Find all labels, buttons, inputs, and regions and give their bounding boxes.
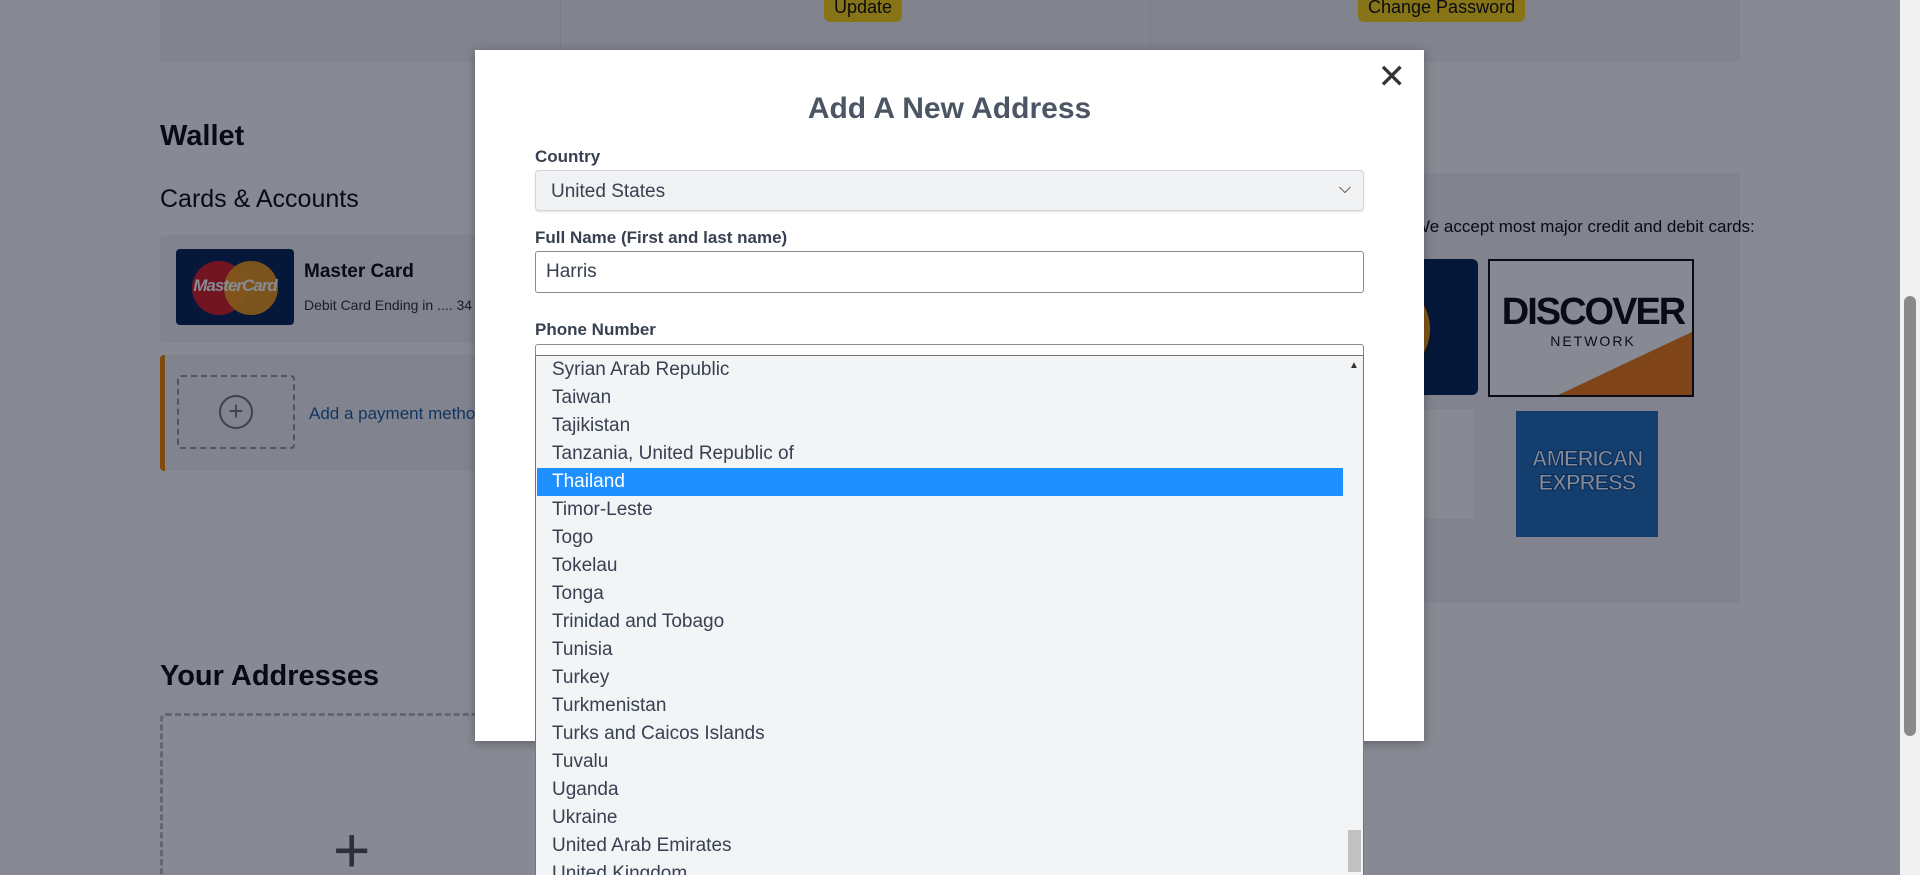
country-option[interactable]: Turkmenistan	[537, 692, 1343, 720]
modal-title: Add A New Address	[807, 92, 1092, 125]
close-icon[interactable]: ✕	[1378, 60, 1407, 94]
phone-label: Phone Number	[535, 320, 656, 339]
dropdown-scrollbar-thumb[interactable]	[1348, 830, 1361, 872]
country-option[interactable]: Taiwan	[537, 384, 1343, 412]
fullname-input[interactable]	[535, 251, 1364, 293]
dropdown-scrollbar[interactable]: ▲	[1345, 356, 1363, 875]
page-scrollbar[interactable]	[1900, 0, 1920, 875]
country-option[interactable]: Tajikistan	[537, 412, 1343, 440]
country-option[interactable]: Tokelau	[537, 552, 1343, 580]
country-option[interactable]: Trinidad and Tobago	[537, 608, 1343, 636]
country-option[interactable]: Uganda	[537, 776, 1343, 804]
country-option[interactable]: Thailand	[537, 468, 1343, 496]
country-label: Country	[535, 147, 601, 166]
country-option[interactable]: Tonga	[537, 580, 1343, 608]
country-select[interactable]: United States ⌵	[535, 170, 1364, 211]
country-dropdown-list[interactable]: Syrian Arab Republic Taiwan Tajikistan Tanz…	[535, 355, 1364, 875]
country-option[interactable]: United Kingdom	[537, 860, 1343, 875]
country-select-value: United States	[551, 181, 666, 202]
chevron-down-icon: ⌵	[1338, 180, 1351, 197]
page-scrollbar-thumb[interactable]	[1904, 296, 1916, 736]
country-option[interactable]: Syrian Arab Republic	[537, 356, 1343, 384]
scroll-up-arrow-icon[interactable]: ▲	[1349, 360, 1359, 371]
country-option[interactable]: Turkey	[537, 664, 1343, 692]
country-option[interactable]: Tunisia	[537, 636, 1343, 664]
country-option[interactable]: Ukraine	[537, 804, 1343, 832]
country-option[interactable]: Timor-Leste	[537, 496, 1343, 524]
country-option[interactable]: Turks and Caicos Islands	[537, 720, 1343, 748]
fullname-label: Full Name (First and last name)	[535, 228, 788, 247]
country-option[interactable]: Togo	[537, 524, 1343, 552]
country-option[interactable]: United Arab Emirates	[537, 832, 1343, 860]
country-option[interactable]: Tanzania, United Republic of	[537, 440, 1343, 468]
country-option[interactable]: Tuvalu	[537, 748, 1343, 776]
